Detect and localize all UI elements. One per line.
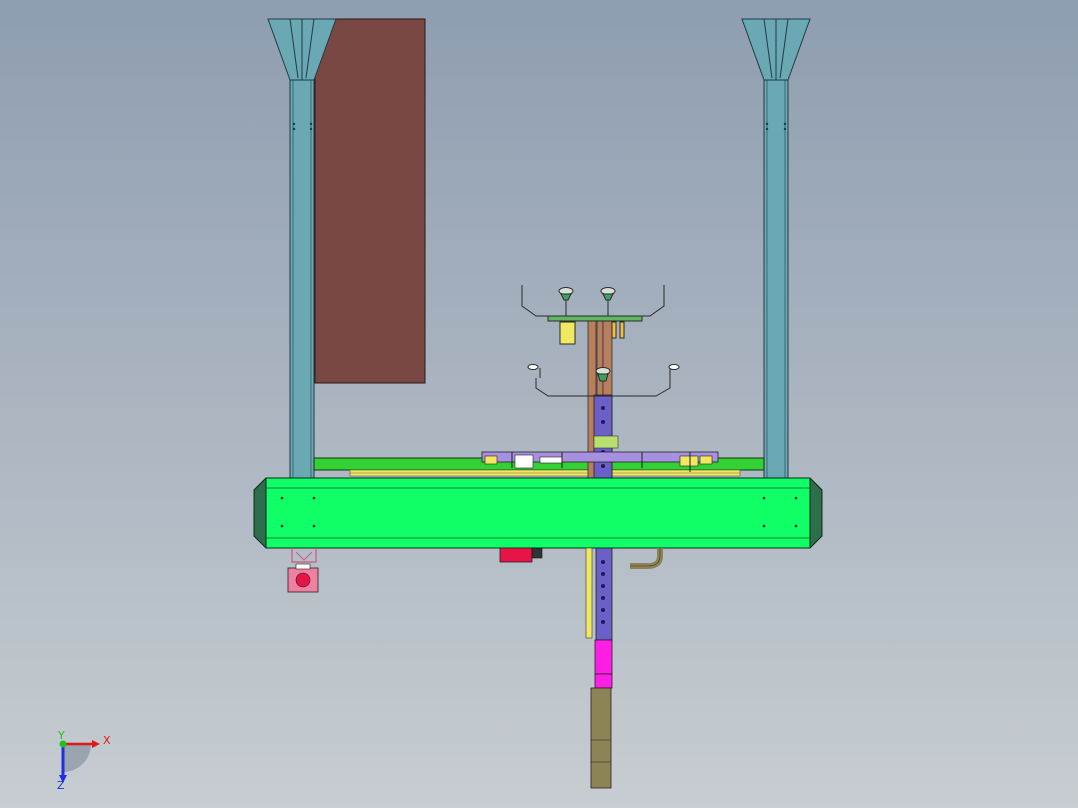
brown-panel[interactable] — [314, 18, 426, 384]
triad-x-label: X — [103, 734, 111, 747]
cad-3d-viewport[interactable]: X Y Z — [0, 0, 1078, 808]
base-frame[interactable] — [253, 477, 823, 549]
triad-z-label: Z — [57, 779, 65, 792]
triad-y-label: Y — [57, 729, 65, 742]
viewport-background — [0, 0, 1078, 808]
